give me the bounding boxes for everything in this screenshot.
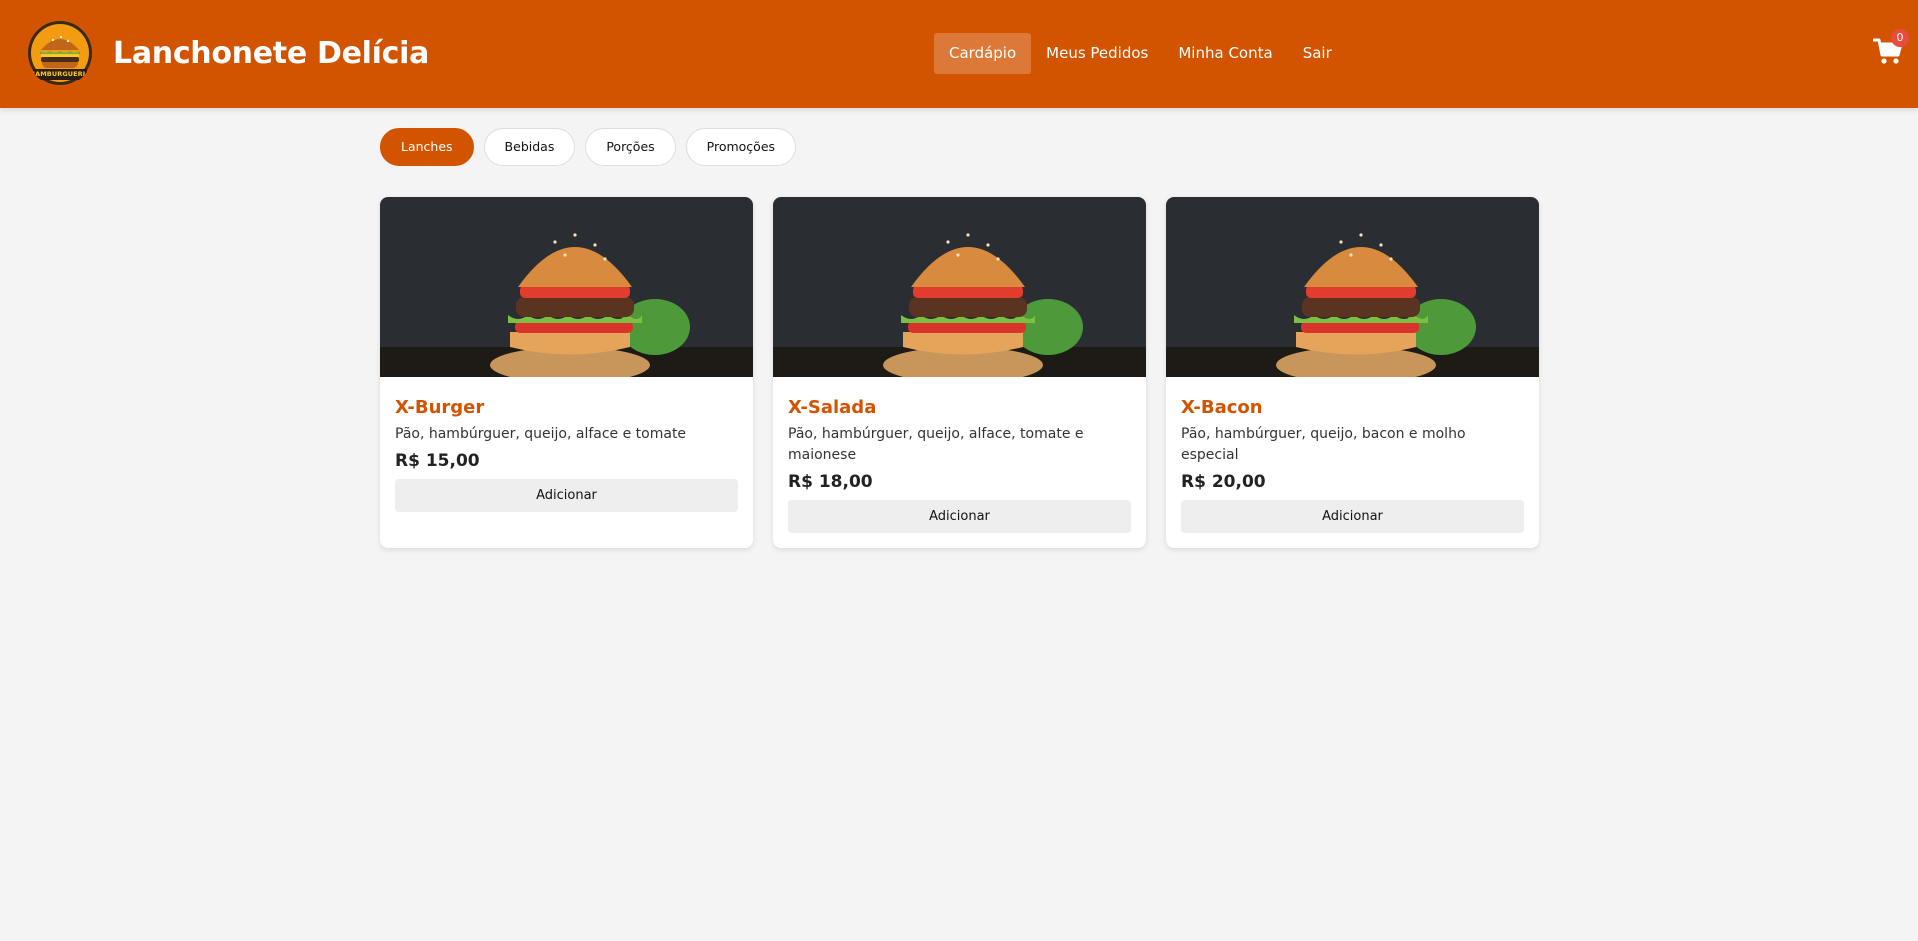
tab-bebidas[interactable]: Bebidas [483, 128, 576, 166]
category-tabs: Lanches Bebidas Porções Promoções [380, 128, 797, 166]
site-title: Lanchonete Delícia [113, 35, 430, 71]
nav-item-meus-pedidos[interactable]: Meus Pedidos [1031, 33, 1163, 74]
add-to-cart-button[interactable]: Adicionar [1181, 500, 1524, 533]
product-description: Pão, hambúrguer, queijo, alface e tomate [395, 426, 687, 442]
nav-item-sair[interactable]: Sair [1288, 33, 1347, 74]
burger-logo-icon: HAMBURGUERIA [27, 20, 93, 86]
product-name: X-Burger [395, 397, 485, 418]
tab-lanches[interactable]: Lanches [380, 128, 474, 166]
product-image [1166, 197, 1539, 377]
product-image [380, 197, 753, 377]
product-price: R$ 15,00 [395, 451, 480, 471]
top-header: HAMBURGUERIA Lanchonete Delícia Cardápio… [0, 0, 1918, 108]
product-price: R$ 20,00 [1181, 472, 1266, 492]
add-to-cart-button[interactable]: Adicionar [395, 479, 738, 512]
brand[interactable]: HAMBURGUERIA Lanchonete Delícia [27, 20, 429, 86]
tab-promocoes[interactable]: Promoções [685, 128, 797, 166]
tab-porcoes[interactable]: Porções [585, 128, 676, 166]
product-card: X-Burger Pão, hambúrguer, queijo, alface… [380, 197, 753, 548]
add-to-cart-button[interactable]: Adicionar [788, 500, 1131, 533]
product-card: X-Bacon Pão, hambúrguer, queijo, bacon e… [1166, 197, 1539, 548]
cart-count-badge: 0 [1891, 29, 1909, 47]
product-image [773, 197, 1146, 377]
main-nav: Cardápio Meus Pedidos Minha Conta Sair [934, 33, 1347, 74]
product-description: Pão, hambúrguer, queijo, alface, tomate … [788, 426, 1084, 463]
product-description: Pão, hambúrguer, queijo, bacon e molho e… [1181, 426, 1466, 463]
product-card: X-Salada Pão, hambúrguer, queijo, alface… [773, 197, 1146, 548]
product-name: X-Salada [788, 397, 877, 418]
nav-item-minha-conta[interactable]: Minha Conta [1163, 33, 1287, 74]
product-grid: X-Burger Pão, hambúrguer, queijo, alface… [380, 197, 1539, 548]
product-price: R$ 18,00 [788, 472, 873, 492]
logo-text: HAMBURGUERIA [29, 70, 91, 78]
product-name: X-Bacon [1181, 397, 1263, 418]
nav-item-cardapio[interactable]: Cardápio [934, 33, 1032, 74]
